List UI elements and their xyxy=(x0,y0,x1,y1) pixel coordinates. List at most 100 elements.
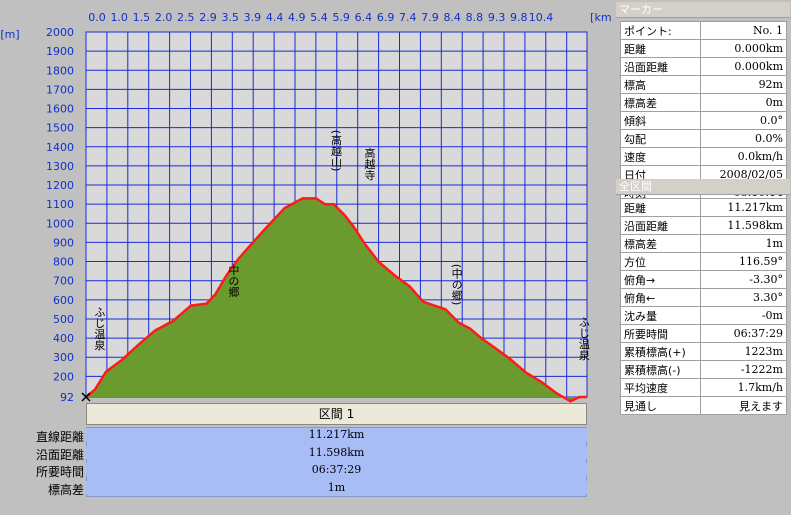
total-info-value: 11.598km xyxy=(700,216,787,235)
x-tick-label: 1.5 xyxy=(133,11,151,24)
elevation-profile-chart: 0.0 1.0 1.5 2.0 2.5 2.9 3.5 3.9 4.4 4.9 5.4 5.9 6.4 6… xyxy=(0,11,612,403)
x-tick-label: 10.4 xyxy=(529,11,554,24)
total-info-row: 方位 116.59° xyxy=(620,252,787,271)
total-info-row: 所要時間 06:37:29 xyxy=(620,324,787,343)
total-info-label: 平均速度 xyxy=(620,378,701,397)
y-tick-label: 1400 xyxy=(46,141,74,154)
total-info-label: 累積標高(-) xyxy=(620,360,701,379)
y-tick-label: 600 xyxy=(53,294,74,307)
total-info-label: 見通し xyxy=(620,396,701,415)
marker-info-row: 勾配 0.0% xyxy=(620,129,787,148)
marker-info-table: ポイント: No. 1 距離 0.000km 沿面距離 0.000km 標高 92m 標高差 0m… xyxy=(620,21,787,202)
total-info-row: 見通し 見えます xyxy=(620,396,787,415)
x-tick-label: 6.9 xyxy=(377,11,395,24)
total-info-label: 俯角→ xyxy=(620,270,701,289)
marker-info-label: 距離 xyxy=(620,39,701,58)
y-tick-label: 1700 xyxy=(46,83,74,96)
y-tick-label: 1300 xyxy=(46,160,74,173)
total-info-table: 距離 11.217km 沿面距離 11.598km 標高差 1m 方位 116.59° 俯角→ -… xyxy=(620,198,787,415)
marker-info-row: 傾斜 0.0° xyxy=(620,111,787,130)
x-tick-label: 4.9 xyxy=(288,11,306,24)
x-axis-unit: [km] xyxy=(590,11,612,24)
total-info-label: 所要時間 xyxy=(620,324,701,343)
total-info-label: 沈み量 xyxy=(620,306,701,325)
total-info-value: 3.30° xyxy=(700,288,787,307)
x-tick-label: 9.3 xyxy=(488,11,506,24)
x-tick-label: 7.9 xyxy=(421,11,439,24)
y-tick-label: 700 xyxy=(53,275,74,288)
x-tick-label: 4.4 xyxy=(266,11,284,24)
y-tick-label: 400 xyxy=(53,332,74,345)
marker-info-value: 0.0% xyxy=(700,129,787,148)
waypoint-label: ふじ温泉 xyxy=(93,306,106,350)
waypoint-label: 中の郷 xyxy=(227,264,240,298)
total-info-value: 見えます xyxy=(700,396,787,415)
total-info-label: 累積標高(+) xyxy=(620,342,701,361)
summary-label: 所要時間 xyxy=(35,465,84,479)
y-tick-label: 1200 xyxy=(46,179,74,192)
x-tick-label: 0.0 xyxy=(88,11,106,24)
total-info-row: 俯角← 3.30° xyxy=(620,288,787,307)
total-info-value: 1m xyxy=(700,234,787,253)
summary-label: 標高差 xyxy=(47,482,84,497)
total-info-value: -1222m xyxy=(700,360,787,379)
total-info-row: 沿面距離 11.598km xyxy=(620,216,787,235)
y-tick-label: 300 xyxy=(53,351,74,364)
total-info-label: 俯角← xyxy=(620,288,701,307)
x-tick-label: 3.9 xyxy=(244,11,262,24)
summary-label: 沿面距離 xyxy=(35,447,84,462)
marker-info-label: 標高差 xyxy=(620,93,701,112)
y-tick-label: 900 xyxy=(53,236,74,249)
total-info-label: 方位 xyxy=(620,252,701,271)
total-info-row: 累積標高(+) 1223m xyxy=(620,342,787,361)
total-info-row: 俯角→ -3.30° xyxy=(620,270,787,289)
waypoint-label: (高越山) xyxy=(330,130,343,172)
summary-value: 11.217km xyxy=(86,428,587,441)
x-tick-label: 6.4 xyxy=(355,11,373,24)
marker-info-value: No. 1 xyxy=(700,21,787,40)
marker-info-row: 速度 0.0km/h xyxy=(620,147,787,166)
marker-info-label: ポイント: xyxy=(620,21,701,40)
y-tick-label: 2000 xyxy=(46,26,74,39)
total-info-row: 沈み量 -0m xyxy=(620,306,787,325)
y-tick-label: 800 xyxy=(53,256,74,269)
x-tick-label: 5.9 xyxy=(332,11,350,24)
y-tick-label: 1500 xyxy=(46,122,74,135)
marker-info-value: 0.000km xyxy=(700,57,787,76)
marker-panel-title: マーカー xyxy=(616,2,790,18)
x-tick-label: 7.4 xyxy=(399,11,417,24)
y-tick-label: 1100 xyxy=(46,198,74,211)
x-tick-label: 8.4 xyxy=(443,11,461,24)
segment-header[interactable]: 区間 1 xyxy=(86,403,587,425)
marker-info-row: 距離 0.000km xyxy=(620,39,787,58)
total-info-value: 1223m xyxy=(700,342,787,361)
total-info-label: 距離 xyxy=(620,198,701,217)
waypoint-label: 高越寺 xyxy=(363,146,376,180)
waypoint-label: (中の郷) xyxy=(450,264,463,306)
total-panel-title: 全区間 xyxy=(616,179,790,195)
y-tick-label-min: 92 xyxy=(60,391,74,403)
marker-info-row: ポイント: No. 1 xyxy=(620,21,787,40)
marker-info-label: 標高 xyxy=(620,75,701,94)
x-tick-label: 2.0 xyxy=(155,11,173,24)
y-tick-label: 1800 xyxy=(46,64,74,77)
summary-value: 06:37:29 xyxy=(86,463,587,476)
y-axis-tick-labels: 2000 1900 1800 1700 1600 1500 1400 1300 1200 1100… xyxy=(46,26,74,403)
y-tick-label: 1600 xyxy=(46,103,74,116)
x-tick-label: 2.5 xyxy=(177,11,195,24)
summary-value: 11.598km xyxy=(86,445,587,459)
total-info-value: 116.59° xyxy=(700,252,787,271)
x-tick-label: 8.8 xyxy=(466,11,484,24)
marker-info-label: 速度 xyxy=(620,147,701,166)
x-tick-label: 2.9 xyxy=(199,11,217,24)
total-info-row: 標高差 1m xyxy=(620,234,787,253)
y-tick-label: 1000 xyxy=(46,217,74,230)
x-tick-label: 1.0 xyxy=(110,11,128,24)
x-tick-label: 9.8 xyxy=(510,11,528,24)
total-info-value: 11.217km xyxy=(700,198,787,217)
total-info-row: 平均速度 1.7km/h xyxy=(620,378,787,397)
total-info-label: 標高差 xyxy=(620,234,701,253)
y-axis-unit: [m] xyxy=(0,28,19,41)
marker-info-value: 92m xyxy=(700,75,787,94)
marker-info-value: 0.0° xyxy=(700,111,787,130)
